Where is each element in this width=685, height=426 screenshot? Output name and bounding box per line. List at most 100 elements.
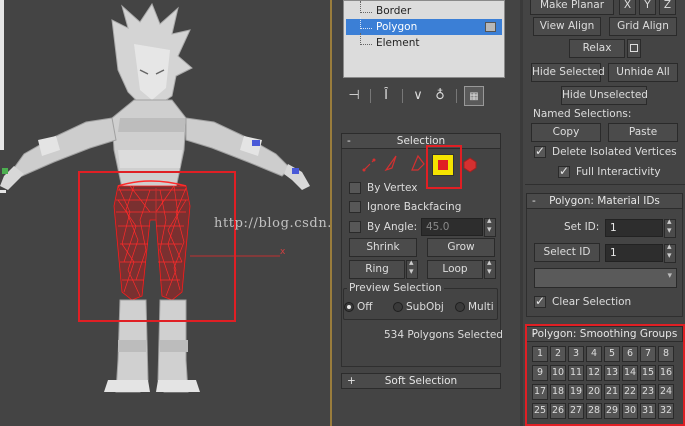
clear-selection-checkbox[interactable]: Clear Selection bbox=[534, 294, 631, 309]
chevron-down-icon: ▾ bbox=[667, 271, 672, 281]
list-item-element[interactable]: Element bbox=[346, 33, 502, 51]
ring-spinner[interactable] bbox=[406, 258, 418, 279]
selection-rollout-header[interactable]: - Selection bbox=[341, 133, 501, 149]
character-model: x bbox=[0, 0, 330, 426]
smoothing-group-button[interactable]: 29 bbox=[604, 403, 620, 419]
smoothing-group-button[interactable]: 7 bbox=[640, 346, 656, 362]
smoothing-group-button[interactable]: 1 bbox=[532, 346, 548, 362]
named-selections-label: Named Selections: bbox=[533, 108, 632, 120]
viewport[interactable]: x http://blog.csdn.net/0nafio0 bbox=[0, 0, 330, 426]
show-end-result-icon[interactable]: Ȋ bbox=[376, 86, 396, 106]
smoothing-group-button[interactable]: 28 bbox=[586, 403, 602, 419]
copy-button[interactable]: Copy bbox=[531, 123, 601, 142]
select-id-field[interactable]: 1 bbox=[605, 244, 663, 262]
edge-level-icon bbox=[384, 155, 397, 172]
make-unique-icon[interactable]: ∨ bbox=[408, 86, 428, 106]
set-id-label: Set ID: bbox=[564, 221, 600, 233]
smoothing-group-button[interactable]: 14 bbox=[622, 365, 638, 381]
smoothing-groups-rollout-header[interactable]: - Polygon: Smoothing Groups bbox=[526, 326, 683, 342]
make-planar-button[interactable]: Make Planar bbox=[530, 0, 614, 15]
smoothing-group-button[interactable]: 20 bbox=[586, 384, 602, 400]
smoothing-group-button[interactable]: 26 bbox=[550, 403, 566, 419]
configure-modifier-sets-icon[interactable]: ▦ bbox=[464, 86, 484, 106]
smoothing-group-button[interactable]: 9 bbox=[532, 365, 548, 381]
pin-stack-icon[interactable]: ⊣ bbox=[344, 86, 364, 106]
smoothing-group-button[interactable]: 2 bbox=[550, 346, 566, 362]
smoothing-group-button[interactable]: 24 bbox=[658, 384, 674, 400]
smoothing-group-button[interactable]: 16 bbox=[658, 365, 674, 381]
watermark: http://blog.csdn.net/0nafio0 bbox=[214, 216, 330, 231]
set-id-field[interactable]: 1 bbox=[605, 219, 663, 237]
grid-align-button[interactable]: Grid Align bbox=[609, 17, 677, 36]
by-angle-checkbox[interactable]: By Angle: bbox=[349, 220, 417, 234]
preview-selection-label: Preview Selection bbox=[347, 282, 444, 294]
relax-settings-button[interactable] bbox=[627, 39, 641, 58]
by-angle-spinner[interactable] bbox=[484, 216, 496, 237]
shrink-button[interactable]: Shrink bbox=[349, 238, 417, 257]
polygon-swatch-icon bbox=[485, 22, 496, 32]
soft-selection-rollout-header[interactable]: + Soft Selection bbox=[341, 373, 501, 389]
smoothing-group-button[interactable]: 13 bbox=[604, 365, 620, 381]
full-interactivity-checkbox[interactable]: Full Interactivity bbox=[558, 164, 661, 179]
modifier-stack-toolbar: ⊣ Ȋ ∨ ♁ ▦ bbox=[344, 86, 504, 106]
planar-z-button[interactable]: Z bbox=[659, 0, 676, 15]
material-ids-rollout-header[interactable]: - Polygon: Material IDs bbox=[526, 193, 683, 209]
loop-spinner[interactable] bbox=[484, 258, 496, 279]
smoothing-group-button[interactable]: 17 bbox=[532, 384, 548, 400]
border-level-icon bbox=[411, 154, 425, 171]
smoothing-group-button[interactable]: 11 bbox=[568, 365, 584, 381]
view-align-button[interactable]: View Align bbox=[533, 17, 601, 36]
set-id-spinner[interactable] bbox=[664, 217, 676, 238]
smoothing-group-button[interactable]: 8 bbox=[658, 346, 674, 362]
command-panel-right: Make Planar X Y Z View Align Grid Align … bbox=[523, 0, 685, 426]
preview-multi-radio[interactable]: Multi bbox=[455, 300, 494, 314]
smoothing-group-button[interactable]: 12 bbox=[586, 365, 602, 381]
smoothing-group-button[interactable]: 23 bbox=[640, 384, 656, 400]
smoothing-group-button[interactable]: 18 bbox=[550, 384, 566, 400]
by-angle-field[interactable]: 45.0 bbox=[421, 218, 483, 236]
unhide-all-button[interactable]: Unhide All bbox=[608, 63, 678, 82]
settings-icon bbox=[630, 44, 638, 52]
subobject-list[interactable]: Border Polygon Element bbox=[343, 0, 505, 78]
smoothing-group-button[interactable]: 3 bbox=[568, 346, 584, 362]
smoothing-group-button[interactable]: 15 bbox=[640, 365, 656, 381]
paste-button[interactable]: Paste bbox=[608, 123, 678, 142]
select-id-button[interactable]: Select ID bbox=[534, 243, 600, 262]
remove-modifier-icon[interactable]: ♁ bbox=[430, 86, 450, 106]
preview-subobj-radio[interactable]: SubObj bbox=[393, 300, 444, 314]
grow-button[interactable]: Grow bbox=[427, 238, 495, 257]
material-name-dropdown[interactable]: ▾ bbox=[534, 268, 677, 288]
smoothing-group-button[interactable]: 4 bbox=[586, 346, 602, 362]
delete-isolated-vertices-checkbox[interactable]: Delete Isolated Vertices bbox=[534, 144, 677, 159]
select-id-spinner[interactable] bbox=[664, 242, 676, 263]
smoothing-group-button[interactable]: 10 bbox=[550, 365, 566, 381]
smoothing-group-button[interactable]: 32 bbox=[658, 403, 674, 419]
ring-button[interactable]: Ring bbox=[349, 260, 405, 279]
svg-text:x: x bbox=[280, 247, 286, 257]
smoothing-group-button[interactable]: 5 bbox=[604, 346, 620, 362]
element-level-icon bbox=[463, 157, 477, 173]
planar-y-button[interactable]: Y bbox=[639, 0, 656, 15]
smoothing-group-button[interactable]: 19 bbox=[568, 384, 584, 400]
relax-button[interactable]: Relax bbox=[569, 39, 625, 58]
planar-x-button[interactable]: X bbox=[619, 0, 636, 15]
selection-status: 534 Polygons Selected bbox=[384, 329, 503, 341]
hide-unselected-button[interactable]: Hide Unselected bbox=[561, 86, 648, 105]
preview-off-radio[interactable]: Off bbox=[344, 300, 373, 314]
polygon-level-button[interactable] bbox=[432, 154, 454, 176]
ignore-backfacing-checkbox[interactable]: Ignore Backfacing bbox=[349, 200, 461, 214]
by-vertex-checkbox[interactable]: By Vertex bbox=[349, 181, 418, 195]
smoothing-group-button[interactable]: 30 bbox=[622, 403, 638, 419]
loop-button[interactable]: Loop bbox=[427, 260, 483, 279]
smoothing-group-button[interactable]: 27 bbox=[568, 403, 584, 419]
polygon-level-icon bbox=[438, 160, 448, 170]
smoothing-group-button[interactable]: 22 bbox=[622, 384, 638, 400]
smoothing-group-button[interactable]: 25 bbox=[532, 403, 548, 419]
smoothing-group-button[interactable]: 31 bbox=[640, 403, 656, 419]
subobject-level-icons bbox=[362, 154, 477, 173]
smoothing-group-button[interactable]: 21 bbox=[604, 384, 620, 400]
command-panel-left: Border Polygon Element ⊣ Ȋ ∨ ♁ ▦ - Selec… bbox=[332, 0, 520, 426]
hide-selected-button[interactable]: Hide Selected bbox=[531, 63, 605, 82]
vertex-level-icon bbox=[362, 158, 376, 172]
smoothing-group-button[interactable]: 6 bbox=[622, 346, 638, 362]
